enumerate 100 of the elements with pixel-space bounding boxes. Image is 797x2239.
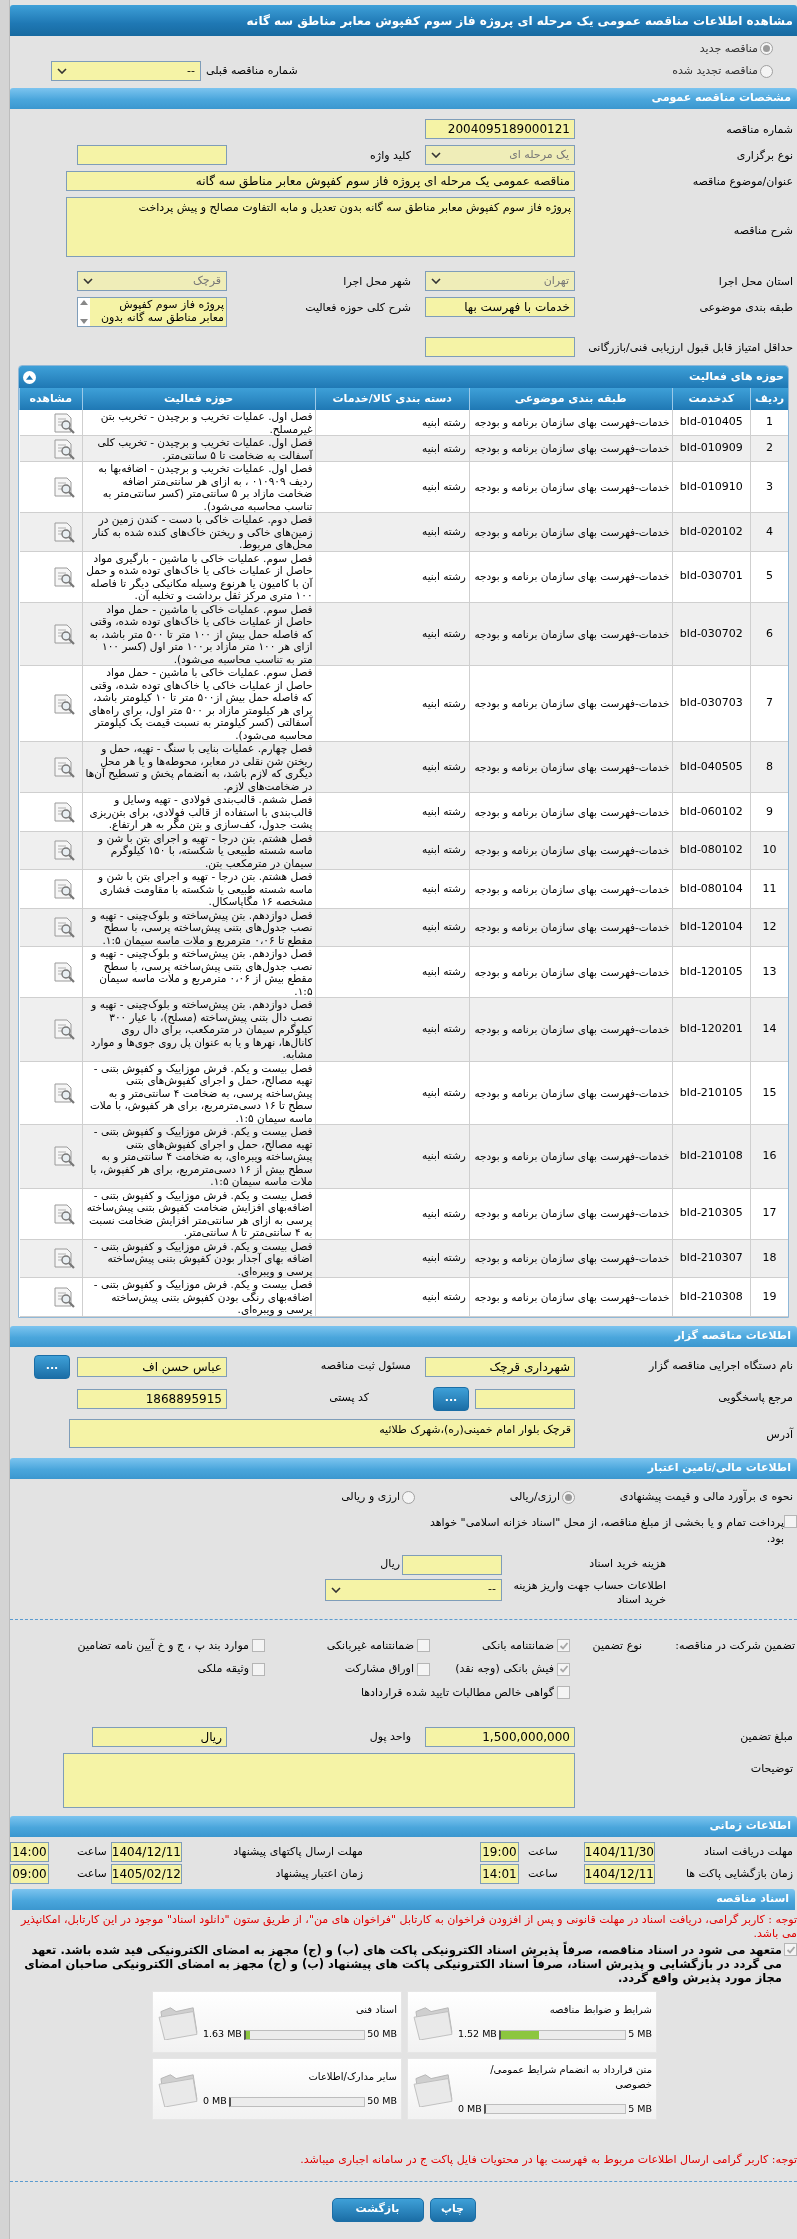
text-field[interactable] <box>425 337 575 357</box>
table-cell: bld-120105 <box>672 946 751 998</box>
collapse-button[interactable] <box>23 370 36 384</box>
radio-button[interactable] <box>760 42 773 56</box>
table-cell: فصل دوم. عملیات خاکی با دست - کندن زمین در زمین‌های خاکی و ریختن خاک‌های کنده شده به کنار محل‌های مربوط. <box>82 512 316 551</box>
table-cell: bld-210305 <box>672 1188 751 1239</box>
view-document-icon[interactable] <box>51 476 76 498</box>
radio-button[interactable] <box>760 64 773 78</box>
view-document-icon[interactable] <box>51 565 76 588</box>
checkbox[interactable] <box>417 1639 430 1653</box>
field-label: عنوان/موضوع مناقصه <box>691 174 794 190</box>
chevron-down-icon <box>57 68 67 74</box>
view-document-icon[interactable] <box>51 877 76 900</box>
text-field[interactable]: شهرداری قرچک <box>425 1356 575 1377</box>
field-label: اطلاعات حساب جهت واریز هزینه خرید اسناد <box>512 1578 667 1607</box>
field-label: کد پستی <box>328 1390 370 1407</box>
table-cell: فصل دوازدهم. بتن پیش‌ساخته و بلوک‌چینی - تهیه و نصب جدول‌های بتنی پیش‌ساخته پرسی، با سطح مقطع تا ۰،۰۶ مترمربع و ملات ماسه سیمان ۱:۵. <box>82 908 316 947</box>
text-field[interactable] <box>475 1388 575 1409</box>
section-header: اطلاعات زمانی <box>10 1816 797 1837</box>
table-cell: خدمات-فهرست بهای سازمان برنامه و بودجه <box>469 741 673 793</box>
date-field[interactable]: 1404/12/11 <box>583 1864 655 1884</box>
folder-icon <box>157 2071 199 2107</box>
view-document-icon[interactable] <box>51 1285 76 1308</box>
time-field[interactable]: 19:00 <box>480 1842 519 1862</box>
text-area[interactable]: قرچک بلوار امام خمینی(ره)،شهرک طلائیه <box>69 1418 575 1448</box>
table-cell: خدمات-فهرست بهای سازمان برنامه و بودجه <box>469 551 673 602</box>
time-field[interactable]: 14:01 <box>480 1864 519 1884</box>
radio-button[interactable] <box>562 1491 575 1504</box>
view-document-icon[interactable] <box>51 756 76 778</box>
view-document-icon[interactable] <box>51 800 76 823</box>
folder-icon <box>412 2071 454 2107</box>
text-field[interactable] <box>402 1554 502 1575</box>
date-field[interactable]: 1404/11/30 <box>583 1842 655 1862</box>
view-document-icon[interactable] <box>51 1145 76 1168</box>
field-label: واحد پول <box>368 1728 412 1745</box>
text-field[interactable]: ریال <box>92 1727 227 1747</box>
file-title: اسناد فنی <box>355 2003 397 2018</box>
action-button[interactable]: چاپ <box>429 2197 476 2222</box>
table-cell: bld-030703 <box>672 665 751 742</box>
view-document-icon[interactable] <box>51 916 76 939</box>
text-field[interactable] <box>77 145 227 165</box>
text-field[interactable]: مناقصه عمومی یک مرحله ای پروژه فاز سوم کفپوش معابر مناطق سه گانه <box>66 171 575 191</box>
table-cell: خدمات-فهرست بهای سازمان برنامه و بودجه <box>469 792 673 831</box>
view-document-icon[interactable] <box>51 437 76 460</box>
table-cell: رشته ابنیه <box>315 602 470 666</box>
text-area[interactable]: پروژه فاز سوم کفپوش معابر مناطق سه گانه بدون تعدیل و مابه التفاوت مصالح و پیش پرداخت <box>66 197 575 257</box>
text-field[interactable]: خدمات با فهرست بها <box>425 297 575 317</box>
field-label: مهلت دریافت اسناد <box>703 1843 794 1860</box>
more-button[interactable]: ... <box>433 1386 469 1411</box>
checkbox[interactable] <box>557 1686 570 1700</box>
view-document-icon[interactable] <box>51 520 76 543</box>
table-cell: رشته ابنیه <box>315 410 470 436</box>
checkbox[interactable] <box>784 1514 797 1528</box>
field-label: آدرس <box>765 1426 795 1443</box>
table-cell: فصل اول. عملیات تخریب و برچیدن - تخریب کلی آسفالت به ضخامت تا ۵ سانتی‌متر. <box>82 435 316 462</box>
checkbox[interactable] <box>252 1639 265 1653</box>
checkbox[interactable] <box>417 1662 430 1676</box>
table-cell: 17 <box>750 1188 788 1239</box>
more-button[interactable]: ... <box>34 1354 70 1379</box>
text-field[interactable]: 2004095189000121 <box>425 119 575 139</box>
table-cell: رشته ابنیه <box>315 1061 470 1125</box>
view-document-icon[interactable] <box>51 961 76 983</box>
section-header: اسناد مناقصه <box>12 1889 795 1910</box>
view-document-icon[interactable] <box>51 1018 76 1041</box>
dropdown[interactable]: -- <box>325 1578 502 1601</box>
list-box[interactable]: پروژه فاز سوم کفپوش معابر مناطق سه گانه بدون <box>77 297 227 327</box>
checkbox[interactable] <box>557 1639 570 1653</box>
text-area[interactable] <box>63 1753 575 1808</box>
text-field[interactable]: عباس حسن اف <box>77 1356 227 1377</box>
view-document-icon[interactable] <box>51 1247 76 1270</box>
file-limit: 50 MB <box>367 2094 397 2109</box>
file-title: سایر مدارک/اطلاعات <box>307 2070 397 2085</box>
checkbox[interactable] <box>252 1662 265 1676</box>
table-cell: فصل سوم. عملیات خاکی با ماشین - حمل مواد حاصل از عملیات خاکی یا خاک‌های توده شده، وقتی که فاصله حمل بیش از ۱۰۰ متر تا ۵۰۰ متر باشد، به ازای هر ۱۰۰ متر مازاد بر۱۰۰ متر اول (کسر ۱۰۰ متر به تناسب محاسبه می‌شود). <box>82 602 316 666</box>
radio-button[interactable] <box>402 1491 415 1504</box>
text-field[interactable]: 1,500,000,000 <box>425 1727 575 1747</box>
field-label: ساعت <box>526 1865 559 1882</box>
time-field[interactable]: 14:00 <box>10 1842 49 1862</box>
table-cell: خدمات-فهرست بهای سازمان برنامه و بودجه <box>469 435 673 462</box>
chevron-down-icon <box>83 278 93 284</box>
view-document-icon[interactable] <box>51 839 76 862</box>
field-label: نحوه ی برآورد مالی و قیمت پیشنهادی <box>618 1489 794 1506</box>
checkbox[interactable] <box>784 1943 797 1956</box>
field-label: شرح کلی حوزه فعالیت <box>304 300 412 316</box>
table-cell: 14 <box>750 997 788 1061</box>
table-cell: 18 <box>750 1239 788 1278</box>
view-document-icon[interactable] <box>51 622 76 645</box>
view-document-icon[interactable] <box>51 692 76 715</box>
time-field[interactable]: 09:00 <box>10 1864 49 1884</box>
view-document-icon[interactable] <box>51 1202 76 1225</box>
date-field[interactable]: 1405/02/12 <box>110 1864 182 1884</box>
date-field[interactable]: 1404/12/11 <box>110 1842 182 1862</box>
checkbox[interactable] <box>557 1662 570 1676</box>
dropdown[interactable]: -- <box>51 61 201 81</box>
table-cell: رشته ابنیه <box>315 512 470 551</box>
view-document-icon[interactable] <box>51 1081 76 1104</box>
text-field[interactable]: 1868895915 <box>77 1388 227 1409</box>
table-cell: bld-210105 <box>672 1061 751 1125</box>
action-button[interactable]: بازگشت <box>331 2197 424 2222</box>
view-document-icon[interactable] <box>51 411 76 434</box>
